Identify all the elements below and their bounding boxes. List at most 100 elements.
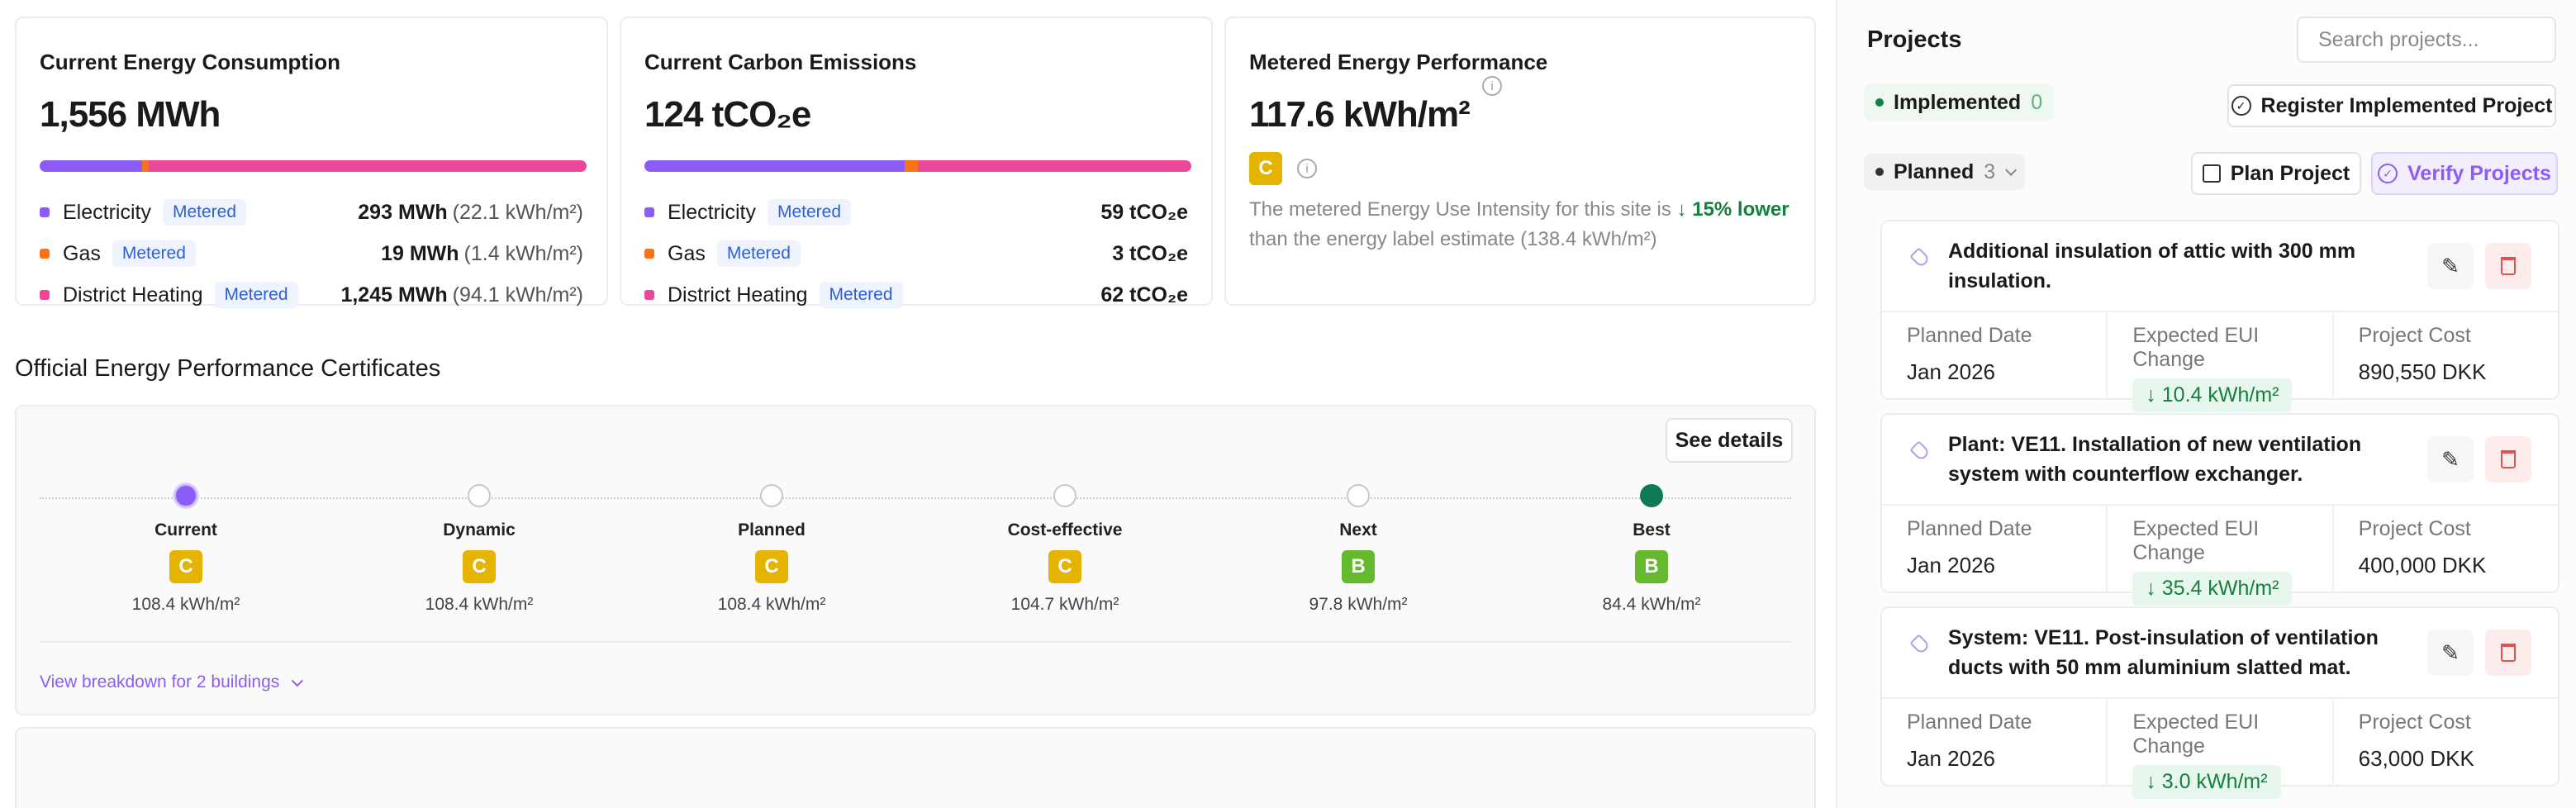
energy-row-value: 293 MWh (22.1 kWh/m²) bbox=[358, 200, 583, 224]
stage-name: Planned bbox=[738, 520, 806, 539]
row-label: Gas bbox=[63, 241, 101, 265]
pencil-icon: ✎ bbox=[2441, 639, 2460, 665]
row-label: District Heating bbox=[63, 283, 203, 307]
project-cost: 63,000 DKK bbox=[2358, 746, 2474, 771]
carbon-row-value: 3 tCO₂e bbox=[1112, 241, 1188, 265]
column-header: Expected EUI Change bbox=[2132, 517, 2260, 564]
register-implemented-button[interactable]: ✓ Register Implemented Project bbox=[2227, 84, 2556, 127]
status-dot bbox=[1875, 168, 1884, 176]
stage-marker bbox=[468, 484, 491, 507]
project-card[interactable]: System: VE11. Post-insulation of ventila… bbox=[1880, 606, 2559, 799]
trash-icon bbox=[2501, 257, 2516, 275]
electricity-dot bbox=[40, 207, 50, 217]
view-breakdown-link[interactable]: View breakdown for 2 buildings bbox=[40, 673, 304, 692]
district-heating-dot bbox=[40, 290, 50, 300]
energy-bar bbox=[40, 160, 587, 172]
verify-projects-button[interactable]: ✓ Verify Projects bbox=[2371, 152, 2558, 195]
column-header: Project Cost bbox=[2358, 517, 2471, 540]
carbon-emissions-card: Current Carbon Emissions 124 tCO₂e Elect… bbox=[620, 17, 1213, 308]
energy-label-badge: B bbox=[1342, 550, 1375, 583]
pencil-icon: ✎ bbox=[2441, 446, 2460, 472]
check-circle-icon: ✓ bbox=[2231, 96, 2251, 116]
see-details-button[interactable]: See details bbox=[1666, 418, 1793, 463]
eui-change: ↓ 10.4 kWh/m² bbox=[2132, 378, 2293, 412]
info-icon[interactable]: i bbox=[1297, 159, 1317, 178]
stage-name: Cost-effective bbox=[1007, 520, 1123, 539]
epc-stage-best[interactable]: Best B 84.4 kWh/m² bbox=[1544, 484, 1759, 615]
row-label: Electricity bbox=[668, 200, 756, 224]
gas-dot bbox=[40, 249, 50, 259]
bar-segment-gas bbox=[142, 160, 150, 172]
planned-date: Jan 2026 bbox=[1907, 746, 1995, 771]
epc-stage-cost-effective[interactable]: Cost-effective C 104.7 kWh/m² bbox=[958, 484, 1172, 615]
column-header: Planned Date bbox=[1907, 711, 2032, 734]
bar-segment-district-heating bbox=[917, 160, 1191, 172]
energy-label-badge: B bbox=[1635, 550, 1668, 583]
project-name: Additional insulation of attic with 300 … bbox=[1948, 240, 2356, 292]
epc-stage-current[interactable]: Current C 108.4 kWh/m² bbox=[78, 484, 293, 615]
epc-timeline bbox=[40, 497, 1791, 499]
energy-row-gas: Gas Metered bbox=[40, 240, 196, 268]
edit-button[interactable]: ✎ bbox=[2427, 243, 2474, 289]
stage-eui: 104.7 kWh/m² bbox=[1010, 595, 1119, 614]
stage-name: Best bbox=[1633, 520, 1671, 539]
stage-eui: 108.4 kWh/m² bbox=[131, 595, 240, 614]
calendar-icon bbox=[2202, 164, 2221, 183]
stage-marker bbox=[1053, 484, 1077, 507]
epc-panel-second bbox=[15, 727, 1816, 808]
stage-eui: 108.4 kWh/m² bbox=[425, 595, 534, 614]
projects-sidebar: Projects Search projects... Implemented … bbox=[1836, 0, 2576, 808]
planned-filter[interactable]: Planned 3 bbox=[1864, 154, 2026, 190]
column-header: Planned Date bbox=[1907, 517, 2032, 540]
card-title: Current Carbon Emissions bbox=[644, 50, 917, 74]
implemented-filter[interactable]: Implemented 0 bbox=[1864, 84, 2055, 121]
pencil-icon: ✎ bbox=[2441, 253, 2460, 278]
energy-label-badge: C bbox=[1048, 550, 1081, 583]
energy-label-badge: C bbox=[1249, 152, 1282, 185]
search-input[interactable]: Search projects... bbox=[2297, 17, 2556, 63]
project-cost: 890,550 DKK bbox=[2358, 359, 2487, 384]
epc-stage-dynamic[interactable]: Dynamic C 108.4 kWh/m² bbox=[372, 484, 587, 615]
epc-section-title: Official Energy Performance Certificates bbox=[15, 355, 441, 382]
column-header: Expected EUI Change bbox=[2132, 711, 2260, 758]
epc-stage-planned[interactable]: Planned C 108.4 kWh/m² bbox=[664, 484, 879, 615]
epc-stage-next[interactable]: Next B 97.8 kWh/m² bbox=[1251, 484, 1466, 615]
metered-badge: Metered bbox=[767, 199, 852, 226]
bar-segment-district-heating bbox=[149, 160, 587, 172]
tag-icon bbox=[1909, 440, 1931, 462]
stage-marker bbox=[1640, 484, 1663, 507]
divider bbox=[40, 641, 1791, 643]
project-details: Planned Date Jan 2026 Expected EUI Change ↓… bbox=[1882, 504, 2558, 606]
check-circle-icon: ✓ bbox=[2378, 164, 2398, 183]
carbon-row-value: 62 tCO₂e bbox=[1100, 283, 1188, 307]
edit-button[interactable]: ✎ bbox=[2427, 436, 2474, 482]
trash-icon bbox=[2501, 644, 2516, 662]
delete-button[interactable] bbox=[2485, 436, 2531, 482]
project-card[interactable]: Plant: VE11. Installation of new ventila… bbox=[1880, 413, 2559, 606]
project-name: Plant: VE11. Installation of new ventila… bbox=[1948, 433, 2362, 486]
info-icon[interactable]: i bbox=[1482, 76, 1502, 96]
chevron-down-icon bbox=[291, 675, 304, 687]
project-details: Planned Date Jan 2026 Expected EUI Change ↓… bbox=[1882, 697, 2558, 799]
projects-title: Projects bbox=[1867, 26, 1962, 53]
energy-label-badge: C bbox=[169, 550, 202, 583]
metered-eui: 117.6 kWh/m² bbox=[1249, 94, 1471, 135]
energy-row-value: 19 MWh (1.4 kWh/m²) bbox=[381, 241, 583, 265]
stage-name: Dynamic bbox=[443, 520, 516, 539]
edit-button[interactable]: ✎ bbox=[2427, 630, 2474, 676]
carbon-row-electricity: Electricity Metered bbox=[644, 198, 852, 226]
project-card[interactable]: Additional insulation of attic with 300 … bbox=[1880, 220, 2559, 412]
status-dot bbox=[1875, 98, 1884, 107]
plan-project-button[interactable]: Plan Project bbox=[2191, 152, 2361, 195]
delete-button[interactable] bbox=[2485, 243, 2531, 289]
eui-change: ↓ 35.4 kWh/m² bbox=[2132, 572, 2293, 606]
row-label: Gas bbox=[668, 241, 706, 265]
bar-segment-electricity bbox=[644, 160, 905, 172]
card-title: Current Energy Consumption bbox=[40, 50, 341, 74]
chevron-down-icon bbox=[2005, 164, 2018, 176]
delete-button[interactable] bbox=[2485, 630, 2531, 676]
energy-row-value: 1,245 MWh (94.1 kWh/m²) bbox=[340, 283, 583, 307]
metered-badge: Metered bbox=[112, 240, 196, 267]
planned-date: Jan 2026 bbox=[1907, 359, 1995, 384]
energy-label-badge: C bbox=[463, 550, 496, 583]
